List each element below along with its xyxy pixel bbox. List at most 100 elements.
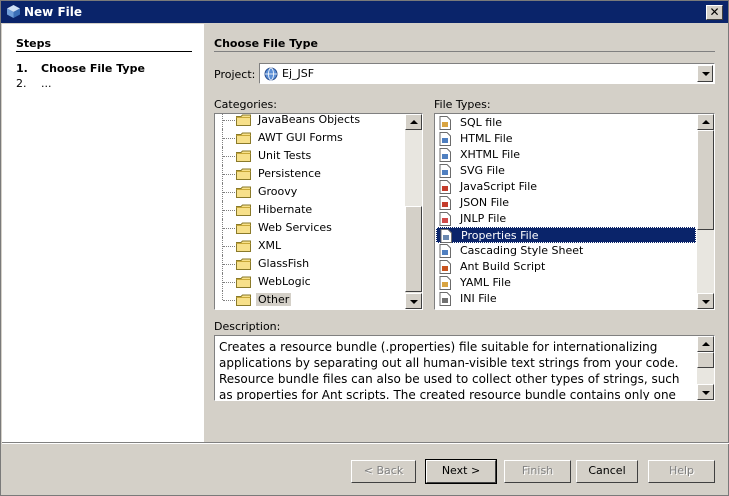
scroll-down-button[interactable] (697, 384, 714, 400)
category-item[interactable]: Groovy (215, 183, 415, 201)
scroll-up-button[interactable] (697, 336, 714, 352)
categories-tree[interactable]: JavaBeans Objects AWT GUI Forms Unit Tests… (214, 113, 423, 310)
tree-branch-line (223, 264, 235, 265)
tree-branch-line (223, 120, 235, 121)
scroll-thumb[interactable] (697, 352, 714, 368)
project-combobox[interactable]: Ej_JSF (259, 63, 715, 84)
category-label: XML (258, 239, 282, 252)
scroll-down-button[interactable] (697, 293, 714, 309)
category-label: Groovy (258, 185, 298, 198)
scroll-thumb[interactable] (697, 130, 714, 230)
file-type-item[interactable]: JavaScript File (436, 179, 696, 195)
category-item[interactable]: WebLogic (215, 273, 415, 291)
file-type-item[interactable]: HTML File (436, 131, 696, 147)
ant-build-icon (439, 260, 451, 274)
category-item[interactable]: Hibernate (215, 201, 415, 219)
folder-icon (236, 114, 251, 126)
steps-heading: Steps (16, 37, 52, 50)
tree-branch-line (223, 210, 235, 211)
tree-branch-line (223, 228, 235, 229)
file-type-item[interactable]: XHTML File (436, 147, 696, 163)
back-button[interactable]: < Back (351, 460, 416, 483)
category-item[interactable]: Other (215, 291, 415, 309)
file-type-label: XHTML File (460, 148, 521, 161)
title-bar[interactable]: New File ✕ (1, 1, 728, 23)
chevron-down-icon (702, 72, 710, 76)
chevron-down-icon (702, 300, 710, 304)
close-icon: ✕ (709, 5, 720, 19)
chevron-down-icon (702, 391, 710, 395)
scroll-up-button[interactable] (405, 114, 422, 130)
file-type-label: JavaScript File (460, 180, 538, 193)
file-types-label: File Types: (434, 98, 491, 111)
step-number: 2. (16, 77, 27, 90)
folder-icon (236, 240, 251, 252)
file-type-label: Ant Build Script (460, 260, 546, 273)
step-item-2: 2.... (16, 77, 52, 90)
scroll-up-button[interactable] (697, 114, 714, 130)
category-item[interactable]: GlassFish (215, 255, 415, 273)
tree-guide-line (222, 291, 223, 300)
category-item[interactable]: AWT GUI Forms (215, 129, 415, 147)
xhtml-file-icon (439, 148, 451, 162)
json-file-icon (439, 196, 451, 210)
tree-guide-line (222, 114, 223, 129)
file-type-item[interactable]: Ant Build Script (436, 259, 696, 275)
folder-icon (236, 222, 251, 234)
category-item[interactable]: Unit Tests (215, 147, 415, 165)
tree-branch-line (223, 282, 235, 283)
new-file-dialog: New File ✕ Steps 1. Choose File Type 2...… (0, 0, 729, 496)
dropdown-button[interactable] (697, 65, 713, 82)
close-button[interactable]: ✕ (706, 5, 723, 20)
file-type-item[interactable]: Properties File (436, 227, 696, 243)
finish-button[interactable]: Finish (504, 460, 571, 483)
folder-icon (236, 150, 251, 162)
file-types-scrollbar[interactable] (697, 114, 714, 309)
folder-icon (236, 168, 251, 180)
javascript-file-icon (439, 180, 451, 194)
categories-label: Categories: (214, 98, 277, 111)
category-label: Other (256, 293, 292, 306)
tree-branch-line (223, 300, 235, 301)
category-label: Web Services (258, 221, 332, 234)
file-type-label: SVG File (460, 164, 505, 177)
scroll-down-button[interactable] (405, 293, 422, 309)
file-type-item[interactable]: Cascading Style Sheet (436, 243, 696, 259)
cancel-button[interactable]: Cancel (576, 460, 638, 483)
category-item[interactable]: Persistence (215, 165, 415, 183)
category-label: WebLogic (258, 275, 311, 288)
chevron-up-icon (702, 120, 710, 124)
chevron-down-icon (410, 300, 418, 304)
file-type-item[interactable]: SVG File (436, 163, 696, 179)
steps-panel: Steps 1. Choose File Type 2.... (2, 24, 204, 442)
tree-branch-line (223, 156, 235, 157)
tree-branch-line (223, 138, 235, 139)
file-types-list[interactable]: SQL file HTML File XHTML File SVG File JavaS… (434, 113, 715, 310)
description-area[interactable]: Creates a resource bundle (.properties) … (214, 335, 715, 401)
file-type-item[interactable]: JNLP File (436, 211, 696, 227)
category-label: Unit Tests (258, 149, 312, 162)
file-type-item[interactable]: INI File (436, 291, 696, 307)
file-type-item[interactable]: JSON File (436, 195, 696, 211)
file-type-item[interactable]: SQL file (436, 115, 696, 131)
file-type-label: JNLP File (460, 212, 507, 225)
category-item[interactable]: XML (215, 237, 415, 255)
globe-icon (264, 67, 278, 81)
sql-file-icon (439, 116, 451, 130)
folder-icon (236, 186, 251, 198)
step-label: Choose File Type (41, 62, 145, 75)
file-type-item[interactable]: YAML File (436, 275, 696, 291)
description-scrollbar[interactable] (697, 336, 714, 400)
chevron-up-icon (702, 342, 710, 346)
folder-icon (236, 132, 251, 144)
file-type-label: YAML File (460, 276, 511, 289)
help-button[interactable]: Help (648, 460, 715, 483)
next-button[interactable]: Next > (425, 459, 497, 484)
category-item[interactable]: JavaBeans Objects (215, 114, 415, 129)
file-type-label: SQL file (460, 116, 503, 129)
page-title: Choose File Type (214, 37, 318, 50)
scroll-thumb[interactable] (405, 206, 422, 292)
properties-file-icon (440, 229, 452, 243)
categories-scrollbar[interactable] (405, 114, 422, 309)
category-item[interactable]: Web Services (215, 219, 415, 237)
